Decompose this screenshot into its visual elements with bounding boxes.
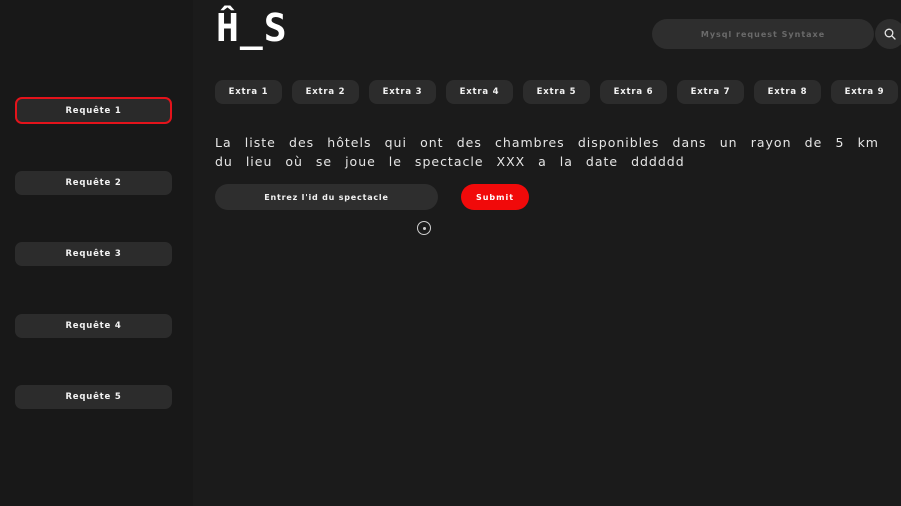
submit-button[interactable]: Submit <box>461 184 529 210</box>
extra-button-1[interactable]: Extra 1 <box>215 80 282 104</box>
sidebar-item-requete-2[interactable]: Requête 2 <box>15 171 172 195</box>
sidebar: Requête 1 Requête 2 Requête 3 Requête 4 … <box>0 0 193 506</box>
extra-button-8[interactable]: Extra 8 <box>754 80 821 104</box>
extra-button-9[interactable]: Extra 9 <box>831 80 898 104</box>
loader-dot <box>422 226 426 230</box>
extra-button-7[interactable]: Extra 7 <box>677 80 744 104</box>
app-root: Requête 1 Requête 2 Requête 3 Requête 4 … <box>0 0 901 506</box>
search-icon <box>884 25 896 44</box>
app-logo: Ĥ_S <box>216 6 288 50</box>
query-description: La liste des hôtels qui ont des chambres… <box>215 135 879 169</box>
search-input[interactable] <box>652 19 874 49</box>
extras-toolbar: Extra 1 Extra 2 Extra 3 Extra 4 Extra 5 … <box>215 80 898 104</box>
extra-button-3[interactable]: Extra 3 <box>369 80 436 104</box>
search-button[interactable] <box>875 19 901 49</box>
sidebar-item-requete-1[interactable]: Requête 1 <box>15 97 172 124</box>
extra-button-2[interactable]: Extra 2 <box>292 80 359 104</box>
sidebar-item-requete-5[interactable]: Requête 5 <box>15 385 172 409</box>
main-panel <box>193 0 901 506</box>
extra-button-5[interactable]: Extra 5 <box>523 80 590 104</box>
extra-button-6[interactable]: Extra 6 <box>600 80 667 104</box>
sidebar-item-requete-3[interactable]: Requête 3 <box>15 242 172 266</box>
extra-button-4[interactable]: Extra 4 <box>446 80 513 104</box>
spectacle-id-input[interactable] <box>215 184 438 210</box>
sidebar-item-requete-4[interactable]: Requête 4 <box>15 314 172 338</box>
loading-spinner-icon <box>417 221 431 235</box>
